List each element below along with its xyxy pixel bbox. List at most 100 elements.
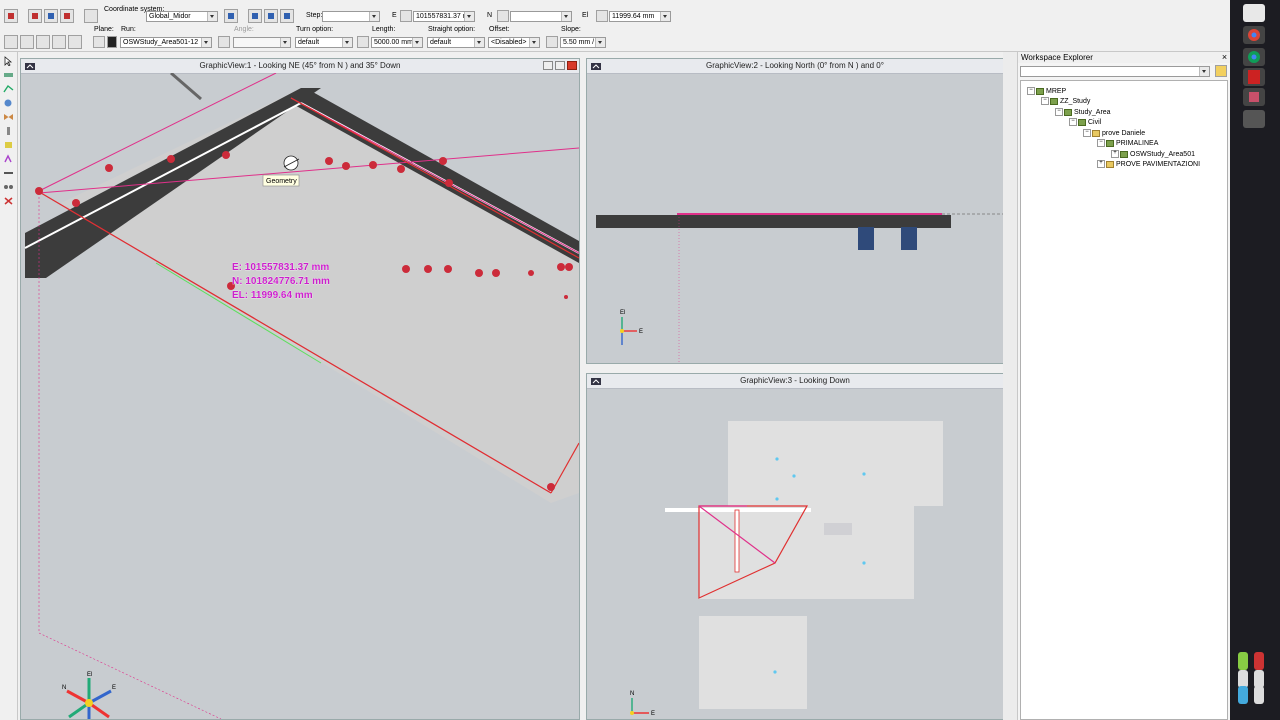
lock-angle-icon[interactable]	[218, 36, 230, 48]
turn-option-dropdown[interactable]: default	[295, 37, 353, 48]
n-coordinate-input[interactable]	[510, 11, 572, 22]
bend-tool-icon[interactable]	[52, 35, 66, 49]
tree-node-prove-daniele[interactable]: − prove Daniele	[1083, 129, 1145, 138]
chevron-down-icon	[280, 38, 290, 47]
axis-n-label: N	[630, 691, 634, 697]
select-arrow-icon[interactable]	[3, 56, 14, 67]
tree-node-civil[interactable]: − Civil	[1069, 118, 1101, 127]
folder-icon[interactable]	[1215, 65, 1227, 77]
view-top-icon[interactable]	[264, 9, 278, 23]
length-dropdown[interactable]: 5000.00 mm	[371, 37, 423, 48]
select-icon[interactable]	[4, 9, 18, 23]
tree-node-zz-study[interactable]: − ZZ_Study	[1041, 97, 1090, 106]
axis-e-label: E	[639, 329, 643, 335]
view-camera-icon	[25, 63, 35, 70]
workspace-tree[interactable]: − MREP − ZZ_Study − Study_Area − Civil − prov…	[1020, 80, 1228, 720]
line-tool-icon[interactable]	[36, 35, 50, 49]
place-piping-icon[interactable]	[3, 70, 14, 80]
straight-option-dropdown[interactable]: default	[427, 37, 485, 48]
workspace-filter-dropdown[interactable]	[1020, 66, 1210, 77]
chevron-down-icon	[595, 38, 605, 47]
tray-icon-2[interactable]	[1254, 652, 1264, 670]
chrome-icon-2[interactable]	[1243, 48, 1265, 66]
lock-length-icon[interactable]	[357, 36, 369, 48]
acrobat-icon[interactable]	[1243, 68, 1265, 86]
point-tool-icon[interactable]	[20, 35, 34, 49]
lock-e-icon[interactable]	[400, 10, 412, 22]
slope-value: 5.50 mm /	[563, 39, 595, 46]
axis-triad: El E N	[62, 672, 116, 719]
coordinate-system-dropdown[interactable]: Global_Midor	[146, 11, 218, 22]
lock-el-icon[interactable]	[596, 10, 608, 22]
axis-el-label: El	[620, 310, 625, 316]
lock-slope-icon[interactable]	[546, 36, 558, 48]
slope-label: Slope:	[561, 26, 581, 33]
tray-icon-1[interactable]	[1238, 652, 1248, 670]
app-icon-active[interactable]	[1243, 110, 1265, 128]
plan-slab-bottom	[699, 616, 807, 709]
view-splitter[interactable]	[1003, 52, 1017, 720]
delete-icon[interactable]	[3, 196, 14, 206]
maximize-icon[interactable]	[555, 61, 565, 70]
graphic-view-2[interactable]: GraphicView:2 - Looking North (0° from N…	[586, 58, 1004, 364]
plane-icon[interactable]	[93, 36, 105, 48]
flange-icon[interactable]	[3, 140, 14, 150]
pin-icon[interactable]	[224, 9, 238, 23]
axis-n-label: N	[62, 685, 66, 691]
graphic-view-3-title: GraphicView:3 - Looking Down	[740, 376, 850, 385]
app-window-icon[interactable]	[1243, 4, 1265, 22]
tree-node-mrep[interactable]: − MREP	[1027, 87, 1066, 96]
graphic-view-1[interactable]: GraphicView:1 - Looking NE (45° from N )…	[20, 58, 580, 720]
tray-icon-6[interactable]	[1254, 686, 1264, 704]
coordinate-icon[interactable]	[84, 9, 98, 23]
chevron-down-icon	[207, 12, 217, 21]
tray-icon-5[interactable]	[1238, 686, 1248, 704]
connect-icon[interactable]	[3, 182, 14, 192]
chevron-down-icon	[660, 12, 670, 21]
offset-dropdown[interactable]: <Disabled>	[488, 37, 540, 48]
measure-icon[interactable]	[3, 168, 14, 178]
tree-node-prove-pavimentazioni[interactable]: + PROVE PAVIMENTAZIONI	[1097, 160, 1200, 169]
zoom-icon[interactable]	[28, 9, 42, 23]
valve-icon[interactable]	[3, 112, 14, 122]
close-icon[interactable]	[567, 61, 577, 70]
app-icon-red[interactable]	[1243, 88, 1265, 106]
view-front-icon[interactable]	[248, 9, 262, 23]
lock-n-icon[interactable]	[497, 10, 509, 22]
branch-tool-icon[interactable]	[68, 35, 82, 49]
minimize-icon[interactable]	[543, 61, 553, 70]
step-dropdown[interactable]	[322, 11, 380, 22]
close-icon[interactable]: ×	[1220, 53, 1229, 62]
route-icon[interactable]	[3, 84, 14, 94]
run-label: Run:	[121, 26, 136, 33]
tree-node-study-area[interactable]: − Study_Area	[1055, 108, 1111, 117]
chevron-down-icon	[342, 38, 352, 47]
graphic-view-2-titlebar: GraphicView:2 - Looking North (0° from N…	[587, 59, 1003, 74]
tree-node-oswstudy-area501[interactable]: + OSWStudy_Area501	[1111, 150, 1195, 159]
pan-icon[interactable]	[44, 9, 58, 23]
spec-icon[interactable]	[3, 154, 14, 164]
graphic-view-1-canvas[interactable]: Geometry E: 101557831.37 mm N: 101824776…	[21, 73, 579, 719]
graphic-view-2-canvas[interactable]: El E	[587, 73, 1003, 363]
axis-triad: El E	[620, 310, 643, 345]
route-tool-icon[interactable]	[4, 35, 18, 49]
plane-label: Plane:	[94, 26, 114, 33]
chrome-icon[interactable]	[1243, 26, 1265, 44]
insert-component-icon[interactable]	[3, 98, 14, 108]
el-coordinate-input[interactable]: 11999.64 mm	[609, 11, 671, 22]
beam-elevation	[596, 215, 951, 228]
axis-e-label: E	[112, 685, 116, 691]
view-side-icon[interactable]	[280, 9, 294, 23]
chevron-down-icon	[369, 12, 379, 21]
tree-node-primalinea[interactable]: − PRIMALINEA	[1097, 139, 1158, 148]
rotate-icon[interactable]	[60, 9, 74, 23]
slope-dropdown[interactable]: 5.50 mm /	[560, 37, 606, 48]
run-color-icon[interactable]	[107, 36, 117, 48]
graphic-view-3-canvas[interactable]: N E	[587, 388, 1003, 719]
e-coordinate-input[interactable]: 101557831.37 r	[413, 11, 475, 22]
support-icon[interactable]	[3, 126, 14, 136]
graphic-view-3[interactable]: GraphicView:3 - Looking Down N E	[586, 373, 1004, 720]
run-dropdown[interactable]: OSWStudy_Area501-12	[120, 37, 212, 48]
angle-dropdown[interactable]	[233, 37, 291, 48]
chevron-down-icon	[201, 38, 211, 47]
